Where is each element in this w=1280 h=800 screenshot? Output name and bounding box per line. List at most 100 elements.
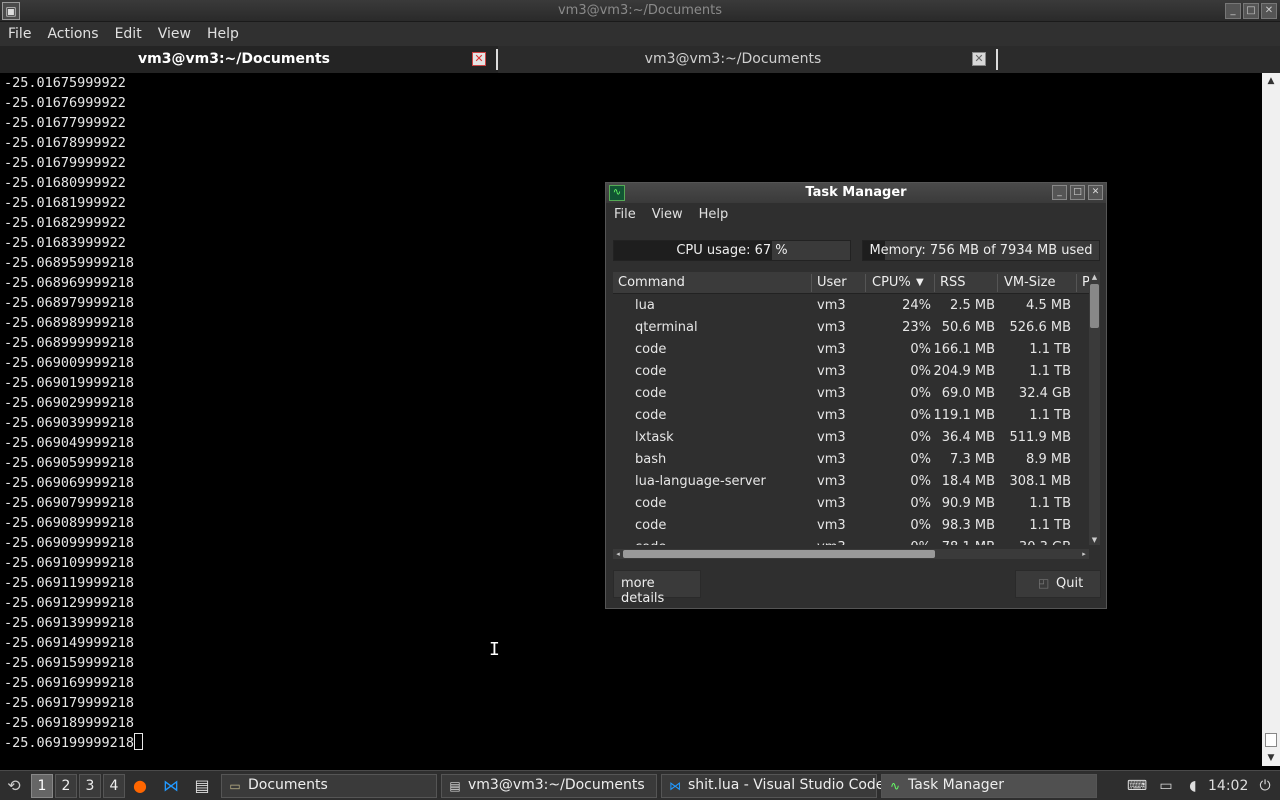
- scroll-up-icon[interactable]: ▲: [1265, 75, 1277, 87]
- tab-close-icon[interactable]: ✕: [472, 52, 486, 66]
- process-vm-size: 511.9 MB: [1009, 430, 1071, 445]
- process-row[interactable]: code vm3 0% 98.3 MB 1.1 TB: [613, 515, 1089, 537]
- process-user: vm3: [817, 474, 846, 489]
- process-row[interactable]: code vm3 0% 204.9 MB 1.1 TB: [613, 361, 1089, 383]
- process-command: bash: [635, 452, 667, 467]
- minimize-button[interactable]: _: [1225, 3, 1241, 19]
- scroll-right-icon[interactable]: ▸: [1079, 549, 1089, 559]
- process-table-hscroll[interactable]: ◂ ▸: [613, 549, 1089, 559]
- scroll-up-icon[interactable]: ▲: [1089, 272, 1100, 282]
- process-row[interactable]: code vm3 0% 90.9 MB 1.1 TB: [613, 493, 1089, 515]
- tm-menu-file[interactable]: File: [606, 207, 644, 222]
- scrollbar-thumb[interactable]: [1090, 284, 1099, 328]
- terminal-tab-1[interactable]: vm3@vm3:~/Documents ✕: [0, 46, 498, 73]
- column-separator: [934, 274, 935, 292]
- taskbar-item-terminal[interactable]: ▤ vm3@vm3:~/Documents: [441, 774, 657, 798]
- more-details-button[interactable]: more details: [613, 570, 701, 606]
- process-vm-size: 308.1 MB: [1009, 474, 1071, 489]
- taskbar-item-vscode[interactable]: ⋈ shit.lua - Visual Studio Code: [661, 774, 884, 798]
- process-table[interactable]: Command User CPU% ▼ RSS VM-Size P lua vm3…: [613, 272, 1089, 545]
- tab-separator: [996, 49, 998, 70]
- process-row[interactable]: lua-language-server vm3 0% 18.4 MB 308.1 MB: [613, 471, 1089, 493]
- network-icon[interactable]: ▭: [1154, 774, 1178, 798]
- process-rss: 98.3 MB: [941, 518, 995, 533]
- desktop-2-button[interactable]: 2: [55, 774, 77, 798]
- col-command[interactable]: Command: [618, 275, 685, 290]
- col-user[interactable]: User: [817, 275, 847, 290]
- menu-edit[interactable]: Edit: [107, 26, 150, 42]
- menu-actions[interactable]: Actions: [39, 26, 106, 42]
- process-vm-size: 526.6 MB: [1009, 320, 1071, 335]
- terminal-scrollbar[interactable]: ▲ ▼: [1262, 73, 1280, 766]
- tm-menu-view[interactable]: View: [644, 207, 691, 222]
- terminal-icon: ▤: [449, 779, 461, 793]
- process-vm-size: 30.3 GB: [1019, 540, 1071, 545]
- close-button[interactable]: ✕: [1261, 3, 1277, 19]
- taskbar-item-task-manager[interactable]: ∿ Task Manager: [881, 774, 1097, 798]
- terminal-line: -25.01676999922: [4, 95, 126, 111]
- scrollbar-thumb[interactable]: [1265, 733, 1277, 747]
- power-icon[interactable]: ⏻: [1254, 774, 1276, 798]
- process-row[interactable]: qterminal vm3 23% 50.6 MB 526.6 MB: [613, 317, 1089, 339]
- process-row[interactable]: code vm3 0% 78.1 MB 30.3 GB: [613, 537, 1089, 545]
- terminal-line: -25.01679999922: [4, 155, 126, 171]
- clock[interactable]: 14:02: [1208, 774, 1248, 798]
- process-command: qterminal: [635, 320, 698, 335]
- col-p[interactable]: P: [1082, 275, 1089, 290]
- desktop-1-button[interactable]: 1: [31, 774, 53, 798]
- scroll-left-icon[interactable]: ◂: [613, 549, 623, 559]
- quit-button[interactable]: ◰ Quit: [1015, 570, 1101, 598]
- scrollbar-thumb[interactable]: [623, 550, 935, 558]
- maximize-button[interactable]: □: [1243, 3, 1259, 19]
- memory-meter: Memory: 756 MB of 7934 MB used: [862, 240, 1100, 261]
- terminal-line: -25.069149999218: [4, 635, 135, 651]
- tm-menu-help[interactable]: Help: [691, 207, 737, 222]
- menu-view[interactable]: View: [150, 26, 199, 42]
- terminal-line: -25.069189999218: [4, 715, 135, 731]
- process-rss: 36.4 MB: [941, 430, 995, 445]
- desktop-4-button[interactable]: 4: [103, 774, 125, 798]
- tab-close-icon[interactable]: ✕: [972, 52, 986, 66]
- keyboard-layout-icon[interactable]: ⌨: [1126, 774, 1148, 798]
- process-vm-size: 1.1 TB: [1029, 342, 1071, 357]
- process-row[interactable]: lxtask vm3 0% 36.4 MB 511.9 MB: [613, 427, 1089, 449]
- terminal-tab-2[interactable]: vm3@vm3:~/Documents ✕: [498, 46, 998, 73]
- terminal-line-text: -25.069199999218: [4, 735, 135, 751]
- task-manager-title: Task Manager: [805, 185, 907, 200]
- process-table-vscroll[interactable]: ▲ ▼: [1089, 272, 1100, 545]
- process-user: vm3: [817, 342, 846, 357]
- col-vm-size[interactable]: VM-Size: [1004, 275, 1056, 290]
- col-rss[interactable]: RSS: [940, 275, 966, 290]
- app-menu-icon[interactable]: ⟲: [3, 774, 25, 798]
- process-cpu: 23%: [902, 320, 931, 335]
- process-row[interactable]: code vm3 0% 166.1 MB 1.1 TB: [613, 339, 1089, 361]
- process-row[interactable]: bash vm3 0% 7.3 MB 8.9 MB: [613, 449, 1089, 471]
- taskbar-item-documents[interactable]: ▭ Documents: [221, 774, 437, 798]
- scroll-down-icon[interactable]: ▼: [1265, 752, 1277, 764]
- volume-icon[interactable]: ◖: [1182, 774, 1204, 798]
- terminal-icon[interactable]: ▤: [191, 774, 213, 798]
- desktop-3-button[interactable]: 3: [79, 774, 101, 798]
- tab-label: vm3@vm3:~/Documents: [644, 51, 822, 67]
- column-separator: [811, 274, 812, 292]
- scroll-down-icon[interactable]: ▼: [1089, 535, 1100, 545]
- process-user: vm3: [817, 298, 846, 313]
- process-rss: 2.5 MB: [950, 298, 995, 313]
- process-rss: 166.1 MB: [933, 342, 995, 357]
- menu-file[interactable]: File: [0, 26, 39, 42]
- process-row[interactable]: code vm3 0% 119.1 MB 1.1 TB: [613, 405, 1089, 427]
- process-row[interactable]: code vm3 0% 69.0 MB 32.4 GB: [613, 383, 1089, 405]
- menu-help[interactable]: Help: [199, 26, 247, 42]
- process-row[interactable]: lua vm3 24% 2.5 MB 4.5 MB: [613, 295, 1089, 317]
- window-titlebar[interactable]: ▣ vm3@vm3:~/Documents _ □ ✕: [0, 0, 1280, 22]
- col-cpu[interactable]: CPU%: [872, 275, 911, 290]
- tm-minimize-button[interactable]: _: [1052, 185, 1067, 200]
- firefox-icon[interactable]: ●: [129, 774, 151, 798]
- process-cpu: 0%: [910, 342, 931, 357]
- terminal-tabbar: vm3@vm3:~/Documents ✕ vm3@vm3:~/Document…: [0, 46, 1280, 73]
- tm-close-button[interactable]: ✕: [1088, 185, 1103, 200]
- tab-label: vm3@vm3:~/Documents: [138, 51, 330, 67]
- vscode-icon[interactable]: ⋈: [160, 774, 182, 798]
- tm-maximize-button[interactable]: □: [1070, 185, 1085, 200]
- task-manager-titlebar[interactable]: ∿ Task Manager _ □ ✕: [606, 183, 1106, 203]
